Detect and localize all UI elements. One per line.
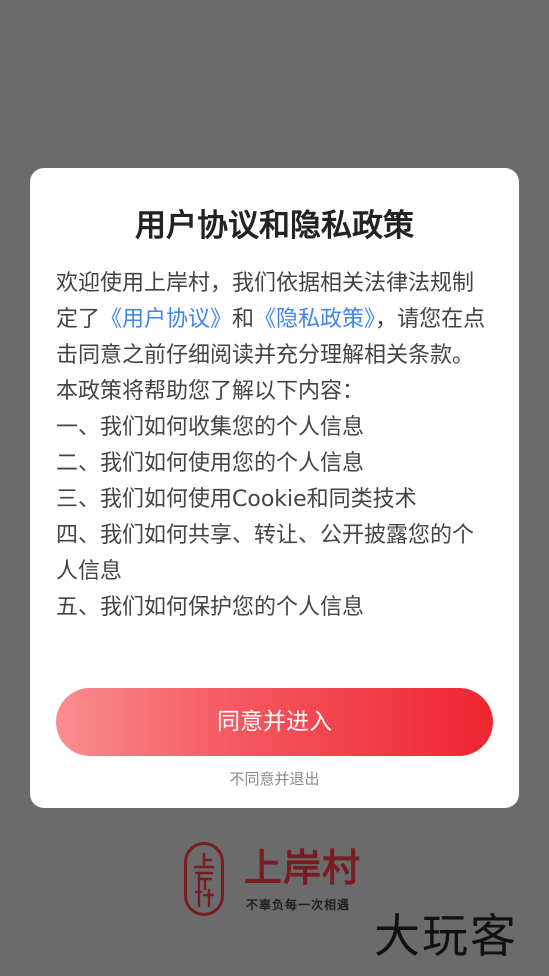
seal-glyph-icon bbox=[193, 852, 215, 908]
intro-paragraph: 欢迎使用上岸村，我们依据相关法律法规制定了《用户协议》和《隐私政策》，请您在点击… bbox=[56, 266, 494, 374]
policy-section-item: 二、我们如何使用您的个人信息 bbox=[56, 451, 365, 476]
dialog-title: 用户协议和隐私政策 bbox=[135, 208, 414, 244]
brand-slogan: 不辜负每一次相遇 bbox=[246, 898, 351, 912]
privacy-policy-link[interactable]: 《隐私政策》 bbox=[254, 307, 375, 332]
privacy-dialog: 用户协议和隐私政策 欢迎使用上岸村，我们依据相关法律法规制定了《用户协议》和《隐… bbox=[30, 168, 519, 808]
brand-name: 上岸村 bbox=[244, 846, 362, 890]
and-text: 和 bbox=[232, 307, 255, 332]
agree-and-enter-button[interactable]: 同意并进入 bbox=[56, 688, 493, 756]
policy-section-item: 五、我们如何保护您的个人信息 bbox=[56, 595, 365, 620]
watermark-text: 大玩客 bbox=[374, 909, 518, 963]
policy-section-item: 一、我们如何收集您的个人信息 bbox=[56, 415, 365, 440]
user-agreement-link[interactable]: 《用户协议》 bbox=[100, 307, 232, 332]
seal-logo-icon bbox=[184, 842, 224, 916]
disagree-and-exit-link[interactable]: 不同意并退出 bbox=[30, 769, 519, 789]
policy-section-item: 三、我们如何使用Cookie和同类技术 bbox=[56, 487, 417, 512]
app-screen: 用户协议和隐私政策 欢迎使用上岸村，我们依据相关法律法规制定了《用户协议》和《隐… bbox=[0, 0, 549, 976]
summary-heading: 本政策将帮助您了解以下内容： bbox=[56, 379, 365, 404]
policy-section-item: 四、我们如何共享、转让、公开披露您的个人信息 bbox=[56, 523, 475, 584]
brand-logo: 上岸村 不辜负每一次相遇 bbox=[184, 842, 384, 922]
dialog-body[interactable]: 欢迎使用上岸村，我们依据相关法律法规制定了《用户协议》和《隐私政策》，请您在点击… bbox=[56, 266, 494, 654]
